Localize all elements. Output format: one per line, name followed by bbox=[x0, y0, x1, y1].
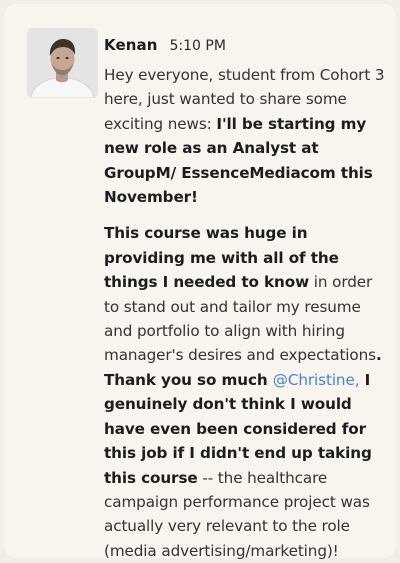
avatar-photo bbox=[27, 28, 98, 98]
author-name[interactable]: Kenan bbox=[104, 36, 158, 54]
message-card: Kenan 5:10 PM Hey everyone, student from… bbox=[4, 4, 396, 560]
message-paragraph: This course was huge in providing me wit… bbox=[104, 221, 390, 563]
message-paragraph: Hey everyone, student from Cohort 3 here… bbox=[104, 63, 390, 209]
message-header: Kenan 5:10 PM bbox=[104, 36, 226, 54]
message-body: Hey everyone, student from Cohort 3 here… bbox=[104, 63, 390, 563]
timestamp[interactable]: 5:10 PM bbox=[170, 38, 226, 54]
message-bold-text: This course was huge in providing me wit… bbox=[104, 224, 339, 292]
avatar[interactable] bbox=[27, 28, 98, 98]
mention-christine[interactable]: @Christine, bbox=[273, 371, 360, 389]
